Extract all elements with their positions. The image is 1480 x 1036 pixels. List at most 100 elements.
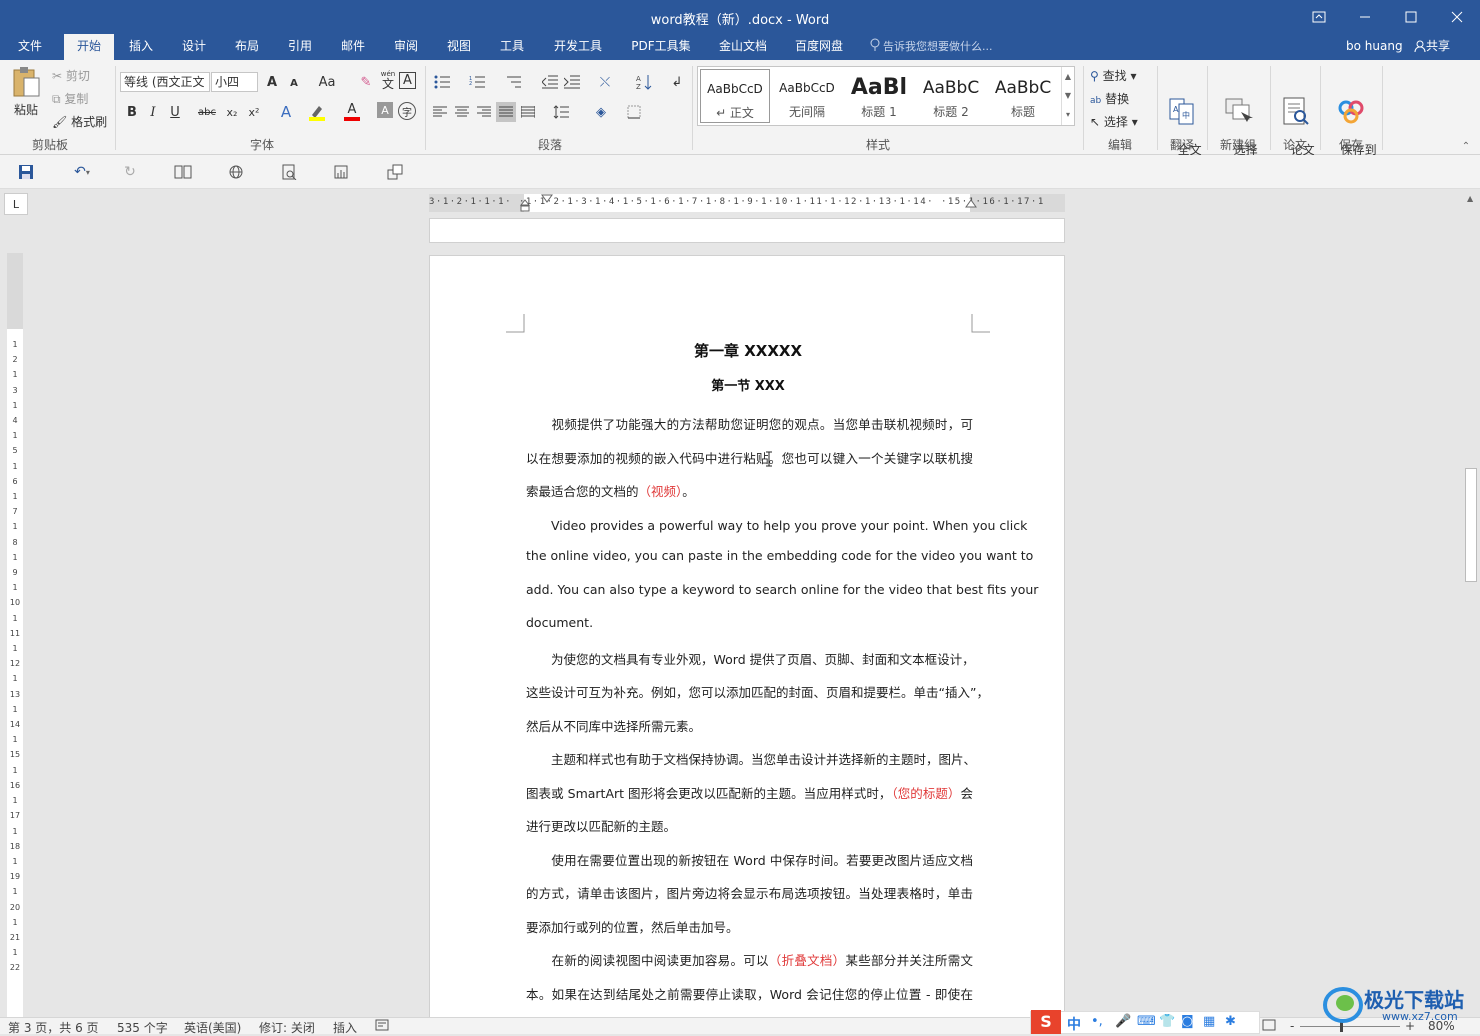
style-title[interactable]: AaBbC 标题 (988, 69, 1058, 123)
tab-tools[interactable]: 工具 (489, 34, 535, 60)
word-count[interactable]: 535 个字 (117, 1019, 168, 1036)
scroll-up-icon[interactable]: ▲ (1467, 194, 1473, 203)
style-heading-2[interactable]: AaBbC 标题 2 (916, 69, 986, 123)
text-effects-icon[interactable]: A (276, 102, 296, 122)
undo-icon[interactable]: ↶ ▾ (64, 161, 100, 183)
font-name-combo[interactable]: 等线 (西文正文 (120, 72, 210, 92)
font-color-icon[interactable]: A (342, 102, 362, 122)
body-line[interactable]: 使用在需要位置出现的新按钮在 Word 中保存时间。若要更改图片适应文档 (526, 850, 973, 869)
game-icon[interactable]: ◙ (1181, 1014, 1194, 1029)
maximize-button[interactable] (1388, 0, 1434, 34)
web-layout-icon[interactable] (224, 161, 248, 183)
sogou-logo-icon[interactable]: S (1031, 1010, 1061, 1034)
touch-mode-icon[interactable] (330, 161, 354, 183)
toolbox-icon[interactable]: ▦ (1203, 1014, 1215, 1029)
tab-baidu-netdisk[interactable]: 百度网盘 (786, 34, 852, 60)
redo-icon[interactable]: ↻ (118, 161, 142, 183)
multilevel-list-icon[interactable] (503, 72, 523, 92)
scrollbar-thumb[interactable] (1465, 468, 1477, 582)
tab-home[interactable]: 开始 (64, 34, 114, 60)
shrink-font-icon[interactable]: A (284, 73, 304, 93)
body-line[interactable]: 这些设计可互为补充。例如，您可以添加匹配的封面、页眉和提要栏。单击“插入”， (526, 682, 989, 701)
body-line[interactable]: 为使您的文档具有专业外观，Word 提供了页眉、页脚、封面和文本框设计， (526, 649, 975, 668)
ime-lang-indicator[interactable]: 中 (1067, 1014, 1081, 1034)
horizontal-ruler[interactable]: 3·1·2·1·1·1· ·1·1·2·1·3·1·4·1·5·1·6·1·7·… (429, 194, 1065, 212)
bullets-icon[interactable] (432, 72, 452, 92)
decrease-indent-icon[interactable] (540, 72, 560, 92)
tab-pdf-tools[interactable]: PDF工具集 (622, 34, 700, 60)
style-heading-1[interactable]: AaBl 标题 1 (844, 69, 914, 123)
justify-icon[interactable] (496, 102, 516, 122)
zoom-out-button[interactable]: - (1290, 1019, 1294, 1033)
body-line[interactable]: 在新的阅读视图中阅读更加容易。可以（折叠文档）某些部分并关注所需文 (526, 950, 973, 969)
phonetic-guide-icon[interactable]: wén 文 (378, 70, 398, 90)
show-marks-icon[interactable]: ↲ (667, 72, 687, 92)
body-line[interactable]: 以在想要添加的视频的嵌入代码中进行粘贴。您也可以键入一个关键字以联机搜 (526, 448, 973, 467)
tab-kingsoft-docs[interactable]: 金山文档 (710, 34, 776, 60)
user-name[interactable]: bo huang (1346, 34, 1403, 59)
subscript-icon[interactable]: x₂ (222, 102, 242, 122)
right-indent-marker-icon[interactable] (964, 197, 978, 209)
tab-layout[interactable]: 布局 (224, 34, 270, 60)
section-heading[interactable]: 第一节 XXX (430, 375, 1066, 394)
body-line[interactable]: 的方式，请单击该图片，图片旁边将会显示布局选项按钮。当处理表格时，单击 (526, 883, 973, 902)
borders-icon[interactable] (624, 102, 644, 122)
body-line[interactable]: 索最适合您的文档的（视频）。 (526, 481, 973, 500)
body-line[interactable]: document. (526, 615, 973, 630)
vertical-scrollbar[interactable]: ▲ (1463, 190, 1480, 1017)
paste-button[interactable]: 粘贴 (8, 66, 44, 118)
font-size-combo[interactable]: 小四 (211, 72, 258, 92)
collapse-ribbon-icon[interactable]: ⌃ (1456, 136, 1476, 156)
read-mode-icon[interactable] (171, 161, 195, 183)
copy-button[interactable]: ⧉ 复制 (52, 90, 88, 107)
save-icon[interactable] (14, 161, 38, 183)
clear-format-icon[interactable]: ✎ (356, 72, 376, 92)
align-right-icon[interactable] (474, 102, 494, 122)
vertical-ruler[interactable]: 1 2 1 3 1 4 1 5 1 6 1 7 1 8 1 9 1 10 1 11 1 12 1 13 1 14 1 15 1 16 1 17… (7, 253, 23, 1034)
minimize-button[interactable] (1342, 0, 1388, 34)
tab-developer[interactable]: 开发工具 (545, 34, 611, 60)
char-shading-icon[interactable]: A (377, 102, 393, 118)
body-line[interactable]: Video provides a powerful way to help yo… (526, 515, 1027, 534)
align-left-icon[interactable] (430, 102, 450, 122)
body-line[interactable]: the online video, you can paste in the e… (526, 548, 1033, 563)
body-line[interactable]: 视频提供了功能强大的方法帮助您证明您的观点。当您单击联机视频时，可 (526, 414, 973, 433)
numbering-icon[interactable]: 12 (467, 72, 487, 92)
select-button[interactable]: ↖ 选择 ▾ (1090, 113, 1138, 130)
customize-qat-icon[interactable] (383, 161, 407, 183)
chinese-layout-icon[interactable]: ⤬ (595, 72, 615, 92)
increase-indent-icon[interactable] (562, 72, 582, 92)
tab-review[interactable]: 审阅 (383, 34, 429, 60)
replace-button[interactable]: ab 替换 (1090, 90, 1129, 107)
enclose-char-icon[interactable]: 字 (398, 102, 416, 120)
body-line[interactable]: 图表或 SmartArt 图形将会更改以匹配新的主题。当应用样式时，（您的标题）… (526, 783, 973, 802)
body-line[interactable]: 进行更改以匹配新的主题。 (526, 816, 973, 835)
track-changes[interactable]: 修订: 关闭 (259, 1019, 315, 1036)
body-line[interactable]: 主题和样式也有助于文档保持协调。当您单击设计并选择新的主题时，图片、 (526, 749, 976, 768)
distributed-icon[interactable] (518, 102, 538, 122)
grow-font-icon[interactable]: A (262, 72, 282, 92)
shading-icon[interactable]: ◈ (591, 102, 611, 122)
insert-mode[interactable]: 插入 (333, 1019, 357, 1036)
tab-insert[interactable]: 插入 (118, 34, 164, 60)
view-mode-icon[interactable] (1262, 1018, 1276, 1035)
microphone-icon[interactable]: 🎤 (1115, 1014, 1131, 1029)
macro-record-icon[interactable] (375, 1018, 389, 1035)
keyboard-icon[interactable]: ⌨ (1137, 1014, 1156, 1029)
sort-icon[interactable]: AZ (634, 72, 654, 92)
share-button[interactable]: 共享 (1414, 34, 1450, 59)
punctuation-icon[interactable]: •, (1091, 1014, 1103, 1029)
left-indent-marker-icon[interactable] (518, 194, 532, 212)
strikethrough-icon[interactable]: abc (197, 102, 217, 122)
tab-design[interactable]: 设计 (171, 34, 217, 60)
align-center-icon[interactable] (452, 102, 472, 122)
cut-button[interactable]: ✂ 剪切 (52, 67, 90, 84)
print-preview-icon[interactable] (277, 161, 301, 183)
body-line[interactable]: 本。如果在达到结尾处之前需要停止读取，Word 会记住您的停止位置 - 即使在 (526, 984, 973, 1003)
italic-icon[interactable]: I (143, 102, 163, 122)
superscript-icon[interactable]: x² (244, 102, 264, 122)
styles-scroll[interactable]: ▲ ▼ ▾ (1061, 67, 1074, 125)
tab-references[interactable]: 引用 (277, 34, 323, 60)
document-page[interactable]: 第一章 XXXXX 第一节 XXX 视频提供了功能强大的方法帮助您证明您的观点。… (429, 255, 1066, 1035)
format-painter-button[interactable]: 🖌 格式刷 (52, 113, 107, 130)
